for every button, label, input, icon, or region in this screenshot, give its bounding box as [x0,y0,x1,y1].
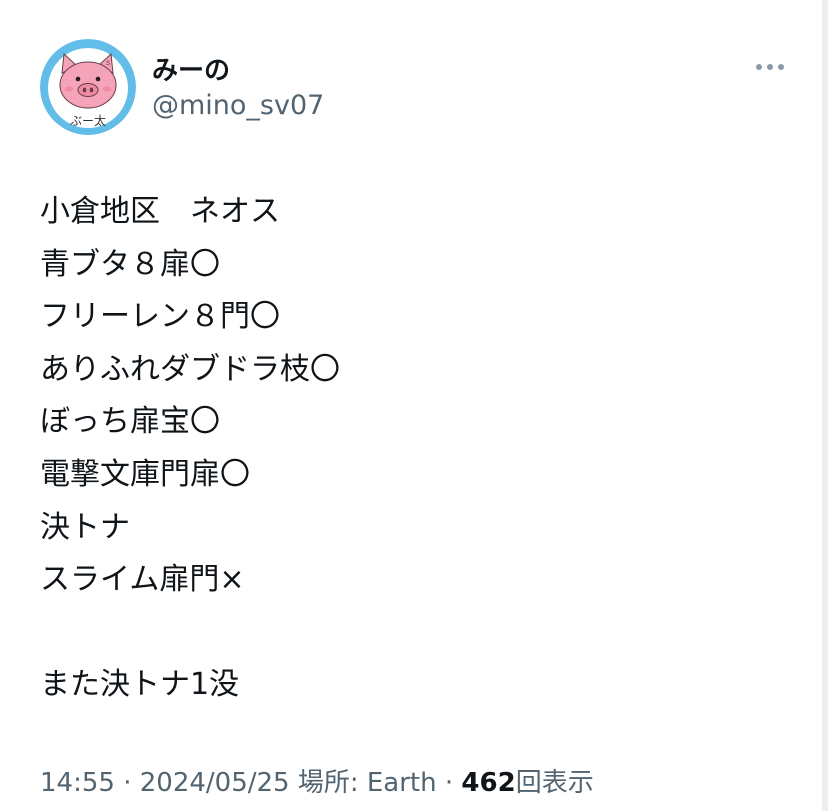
tweet-date[interactable]: 2024/05/25 [140,768,290,798]
tweet-line: また決トナ1没 [40,667,240,703]
avatar-caption: ぶー太 [70,113,106,128]
meta-separator: · [436,768,462,798]
display-name[interactable]: みーの [152,50,230,87]
user-handle[interactable]: @mino_sv07 [152,90,324,121]
tweet-text: 小倉地区 ネオス 青ブタ８扉〇 フリーレン８門〇 ありふれダブドラ枝〇 ぼっち扉… [40,186,800,712]
tweet-line: 電撃文庫門扉〇 [40,456,250,492]
view-count-label: 回表示 [515,768,594,798]
svg-text:s: s [106,58,110,67]
tweet-time[interactable]: 14:55 [40,768,115,798]
meta-space [290,768,298,798]
more-options-button[interactable] [748,52,792,82]
tweet-line: スライム扉門× [40,562,245,598]
tweet-line: 決トナ [40,509,130,545]
tweet-meta: 14:55 · 2024/05/25 場所: Earth · 462回表示 [40,762,594,799]
tweet-line: 小倉地区 ネオス [40,194,280,229]
scrollbar-track[interactable] [822,0,828,811]
tweet-line: ありふれダブドラ枝〇 [40,351,340,387]
tweet-line: ぼっち扉宝〇 [40,404,220,440]
tweet-line: 青ブタ８扉〇 [40,246,220,282]
meta-separator: · [114,768,140,798]
view-count: 462 [461,768,516,798]
avatar[interactable]: s ぶー太 [40,39,136,135]
tweet-line: フリーレン８門〇 [40,299,280,335]
more-options-icon [756,64,784,70]
pig-avatar-icon: s ぶー太 [40,39,136,135]
tweet-location[interactable]: 場所: Earth [298,768,437,798]
tweet[interactable]: s ぶー太 みーの @mino_sv07 小倉地区 ネオス 青ブタ８扉〇 フリー… [0,0,820,811]
